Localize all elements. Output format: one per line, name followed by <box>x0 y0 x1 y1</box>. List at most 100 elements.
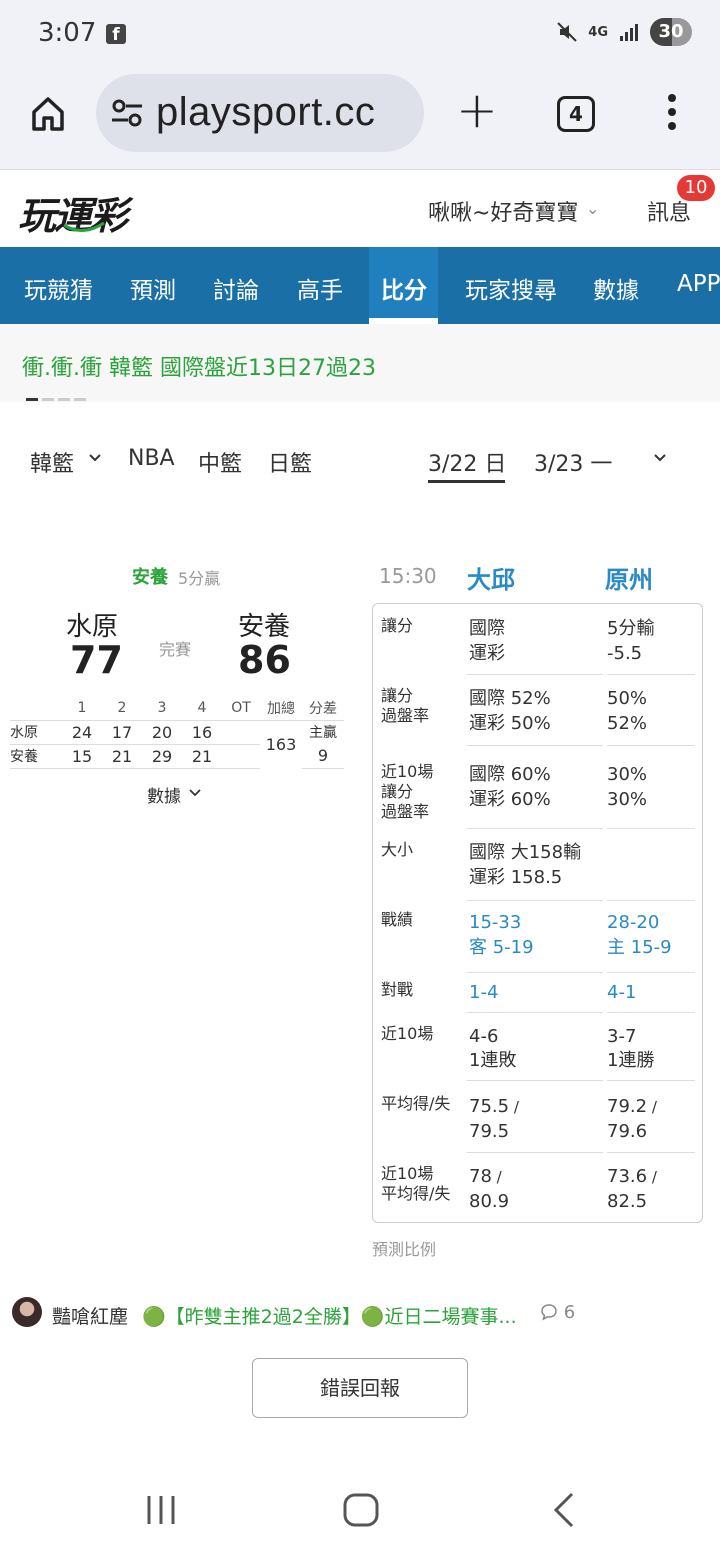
nav-item-experts[interactable]: 高手 <box>297 271 343 305</box>
cell: 1連敗 <box>469 1050 517 1071</box>
comment-count[interactable]: 6 <box>540 1302 575 1323</box>
team1-name[interactable]: 大邱 <box>467 560 515 595</box>
row-label: 近10場 <box>381 1164 434 1183</box>
record-link[interactable]: 主 15-9 <box>607 935 672 960</box>
cell: 30% <box>607 789 648 810</box>
team2-name[interactable]: 原州 <box>605 560 653 595</box>
chevron-down-icon[interactable] <box>88 453 102 463</box>
ticker-text[interactable]: 衝.衝.衝 韓籃 國際盤近13日27過23 <box>22 350 376 382</box>
post-username[interactable]: 豔嗆紅塵 <box>52 1302 128 1329</box>
table-header: 4 <box>197 699 207 716</box>
prediction-ratio-link[interactable]: 預測比例 <box>372 1236 436 1260</box>
table-cell: 20 <box>142 719 182 744</box>
row-label: 近10場 <box>381 762 434 781</box>
row-label: 平均得/失 <box>381 1184 451 1203</box>
cell: 4-6 <box>469 1026 499 1047</box>
cell: 75.5 <box>469 1096 510 1117</box>
nav-item-data[interactable]: 數據 <box>593 271 639 305</box>
avatar[interactable] <box>12 1297 42 1327</box>
data-link[interactable]: 數據 <box>147 782 181 807</box>
recent-apps-icon[interactable] <box>145 1494 177 1526</box>
table-cell <box>222 719 260 744</box>
table-header: OT <box>231 699 251 716</box>
comment-icon <box>541 1304 557 1321</box>
h2h-link[interactable]: 4-1 <box>607 980 636 1005</box>
user-menu[interactable]: 啾啾~好奇寶寶 <box>428 195 578 227</box>
diff-value: 9 <box>302 744 344 769</box>
tab-switcher-button[interactable]: 4 <box>557 96 595 132</box>
table-cell: 29 <box>142 743 182 769</box>
h2h-link[interactable]: 1-4 <box>469 980 498 1005</box>
cell: 5分輸 <box>607 618 655 639</box>
home-icon[interactable] <box>28 94 68 134</box>
cell: 3-7 <box>607 1026 637 1047</box>
site-header: 玩運彩 啾啾~好奇寶寶 ⌄ 訊息 10 <box>0 171 720 247</box>
slash: / <box>647 1098 657 1116</box>
cell: 79.5 <box>469 1121 510 1142</box>
table-cell: 21 <box>182 743 222 769</box>
cell: 73.6 <box>607 1166 648 1187</box>
comment-count-value: 6 <box>563 1302 576 1323</box>
date-tab[interactable]: 3/23 一 <box>534 446 612 478</box>
home-nav-icon[interactable] <box>343 1493 379 1527</box>
cell: 52% <box>607 713 648 734</box>
logo-swoosh <box>63 221 105 232</box>
nav-item-scores[interactable]: 比分 <box>381 271 427 305</box>
nav-item-app[interactable]: APP <box>677 271 720 297</box>
date-tab-active[interactable]: 3/22 日 <box>428 446 506 478</box>
game-status: 完賽 <box>159 640 192 659</box>
row-label: 過盤率 <box>381 706 430 725</box>
league-tab-china[interactable]: 中籃 <box>198 446 242 478</box>
cell: 運彩 60% <box>469 789 551 810</box>
row-label: 戰績 <box>381 910 414 929</box>
nav-item-predict[interactable]: 預測 <box>130 271 176 305</box>
record-link[interactable]: 28-20 <box>607 910 659 935</box>
table-cell-team: 安養 <box>10 743 62 769</box>
cell: 運彩 50% <box>469 713 551 734</box>
news-ticker[interactable]: 衝.衝.衝 韓籃 國際盤近13日27過23 <box>0 324 720 402</box>
new-tab-button[interactable]: + <box>456 85 498 135</box>
nav-item-player-search[interactable]: 玩家搜尋 <box>465 271 557 305</box>
league-select-korea[interactable]: 韓籃 <box>30 446 74 478</box>
chevron-down-icon[interactable]: ⌄ <box>586 199 599 218</box>
table-row: 水原 24 17 20 16 163 主贏 <box>10 719 344 768</box>
date-active-underline <box>428 480 505 483</box>
table-cell: 16 <box>182 719 222 744</box>
row-label: 大小 <box>381 840 414 859</box>
record-link[interactable]: 15-33 <box>469 910 521 935</box>
system-navigation-bar <box>0 1460 720 1560</box>
cell: 運彩 158.5 <box>469 867 563 888</box>
battery-icon: 30 <box>650 18 692 46</box>
away-score: 77 <box>70 638 123 682</box>
report-error-button[interactable]: 錯誤回報 <box>252 1358 468 1418</box>
status-bar: 3:07 f 4G 30 <box>0 0 720 70</box>
main-nav: 玩競猜 預測 討論 高手 比分 玩家搜尋 數據 APP <box>0 247 720 324</box>
cell: 國際 大158輸 <box>469 842 582 863</box>
site-settings-icon[interactable] <box>110 98 144 128</box>
table-cell: 21 <box>102 743 142 769</box>
table-cell: 17 <box>102 719 142 744</box>
record-link[interactable]: 客 5-19 <box>469 935 534 960</box>
total-points: 163 <box>260 719 302 768</box>
menu-icon[interactable] <box>666 94 678 134</box>
league-tab-japan[interactable]: 日籃 <box>268 446 312 478</box>
table-header: 分差 <box>309 700 337 717</box>
winner-team: 安養 <box>132 567 168 588</box>
nav-item-guess[interactable]: 玩競猜 <box>24 271 93 305</box>
cell: 50% <box>607 688 648 709</box>
table-header: 2 <box>117 699 127 716</box>
table-header: 3 <box>157 699 167 716</box>
post-title-link[interactable]: 🟢【昨雙主推2過2全勝】🟢近日二場賽事... <box>142 1302 534 1329</box>
table-cell: 15 <box>62 743 102 769</box>
row-label: 讓分 <box>381 616 414 635</box>
table-header-row: 1 2 3 4 OT 加總 分差 <box>10 696 344 720</box>
cell: 國際 52% <box>469 688 551 709</box>
back-icon[interactable] <box>550 1492 576 1528</box>
date-dropdown-icon[interactable] <box>653 453 667 463</box>
address-bar[interactable]: playsport.cc <box>96 74 424 152</box>
nav-item-discuss[interactable]: 討論 <box>213 271 259 305</box>
slash: / <box>491 1168 502 1186</box>
league-tab-nba[interactable]: NBA <box>128 446 175 471</box>
odds-stats-panel: 讓分 國際 運彩 5分輸 -5.5 讓分 過盤率 國際 52% 運彩 50% 5… <box>372 603 703 1223</box>
chevron-down-icon[interactable] <box>188 788 202 798</box>
